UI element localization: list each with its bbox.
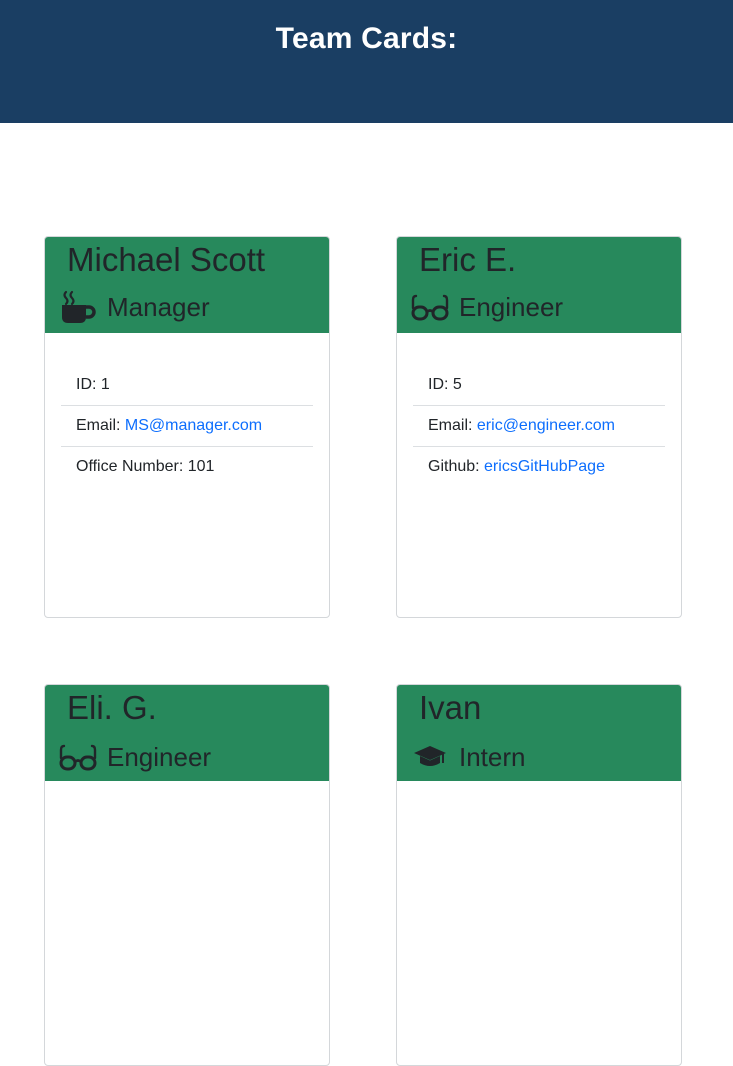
list-item-email: Email: MS@manager.com bbox=[61, 406, 313, 447]
employee-name: Eric E. bbox=[419, 241, 517, 278]
role-label: Intern bbox=[459, 741, 526, 772]
card-header: Ivan Intern bbox=[397, 685, 681, 781]
card-header: Eli. G. Engineer bbox=[45, 685, 329, 781]
employee-role: Engineer bbox=[59, 739, 211, 775]
list-item-id: ID: 5 bbox=[413, 365, 665, 406]
page-title: Team Cards: bbox=[275, 22, 458, 55]
employee-role: Engineer bbox=[411, 289, 563, 325]
list-item-office-number: Office Number: 101 bbox=[76, 458, 215, 475]
team-card-engineer: Eric E. Engineer ID: 5 Email: eric@engin… bbox=[396, 236, 682, 618]
coffee-icon bbox=[59, 290, 97, 324]
role-label: Engineer bbox=[107, 741, 212, 772]
office-number-value: 101 bbox=[187, 458, 215, 475]
graduation-cap-icon bbox=[411, 740, 449, 774]
employee-name: Michael Scott bbox=[67, 241, 266, 278]
employee-name: Eli. G. bbox=[67, 689, 157, 726]
id-value: 1 bbox=[100, 376, 110, 393]
card-details: ID: 5 Email: eric@engineer.com Github: e… bbox=[397, 333, 681, 487]
employee-name: Ivan bbox=[419, 689, 482, 726]
card-header: Eric E. Engineer bbox=[397, 237, 681, 333]
team-card-engineer: Eli. G. Engineer bbox=[44, 684, 330, 1066]
glasses-icon bbox=[411, 290, 449, 324]
list-item-id: ID: 1 bbox=[61, 365, 313, 406]
employee-role: Intern bbox=[411, 739, 526, 775]
page-header: Team Cards: bbox=[0, 0, 733, 123]
glasses-icon bbox=[59, 740, 97, 774]
team-card-intern: Ivan Intern bbox=[396, 684, 682, 1066]
email-link[interactable]: eric@engineer.com bbox=[477, 417, 615, 434]
role-label: Engineer bbox=[459, 291, 564, 322]
card-header: Michael Scott Manager bbox=[45, 237, 329, 333]
github-link[interactable]: ericsGitHubPage bbox=[484, 458, 605, 475]
list-item-github: Github: ericsGitHubPage bbox=[428, 458, 605, 475]
email-link[interactable]: MS@manager.com bbox=[125, 417, 262, 434]
employee-role: Manager bbox=[59, 289, 210, 325]
list-item-email: Email: eric@engineer.com bbox=[413, 406, 665, 447]
role-label: Manager bbox=[107, 291, 210, 322]
id-value: 5 bbox=[452, 376, 462, 393]
team-card-manager: Michael Scott Manager ID: 1 Email: MS@ma… bbox=[44, 236, 330, 618]
card-details: ID: 1 Email: MS@manager.com Office Numbe… bbox=[45, 333, 329, 487]
